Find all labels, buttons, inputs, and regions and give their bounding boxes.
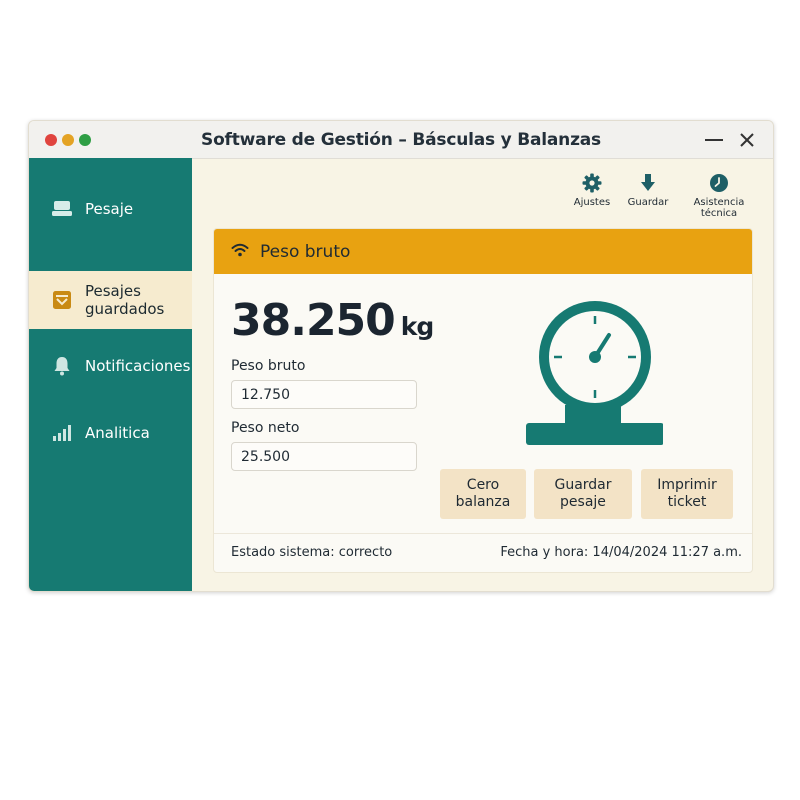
- sidebar-item-pesaje[interactable]: Pesaje: [29, 180, 192, 238]
- save-button[interactable]: Guardar: [626, 173, 670, 208]
- net-weight-label: Peso neto: [231, 420, 300, 436]
- weight-unit: kg: [400, 312, 435, 341]
- sidebar-item-pesajes-guardados[interactable]: Pesajes guardados: [29, 271, 192, 329]
- settings-label: Ajustes: [573, 197, 611, 208]
- weighing-panel: Peso bruto 38.250 kg Peso bruto 12.750 Pe…: [213, 228, 753, 573]
- wifi-icon: [231, 243, 249, 257]
- save-weighing-line1: Guardar: [554, 477, 612, 493]
- date-time: Fecha y hora: 14/04/2024 11:27 a.m.: [500, 545, 742, 560]
- panel-divider: [214, 533, 752, 534]
- window-title: Software de Gestión – Básculas y Balanza…: [201, 130, 601, 150]
- title-bar: Software de Gestión – Básculas y Balanza…: [29, 121, 773, 159]
- print-ticket-button[interactable]: Imprimir ticket: [641, 469, 733, 519]
- weight-readout: 38.250 kg: [231, 295, 435, 346]
- minimize-icon[interactable]: [705, 139, 723, 141]
- panel-header: Peso bruto: [214, 229, 752, 274]
- bar-chart-icon: [53, 425, 71, 441]
- scale-gauge-icon: [526, 301, 663, 445]
- bell-icon: [54, 357, 70, 376]
- sidebar-item-label: Pesaje: [85, 200, 134, 218]
- system-status: Estado sistema: correcto: [231, 545, 393, 560]
- sidebar: Pesaje Pesajes guardados Notificaciones: [29, 158, 192, 591]
- gear-icon: [582, 173, 602, 193]
- technical-support-button[interactable]: Asistencia técnica: [675, 173, 763, 219]
- print-ticket-line2: ticket: [667, 494, 707, 510]
- technical-support-label: Asistencia técnica: [693, 197, 745, 219]
- sidebar-item-label: Analitica: [85, 424, 150, 442]
- save-label: Guardar: [627, 197, 669, 208]
- print-ticket-line1: Imprimir: [657, 477, 717, 493]
- sidebar-item-label: Notificaciones: [85, 357, 191, 375]
- zero-scale-button[interactable]: Cero balanza: [440, 469, 526, 519]
- zero-scale-line1: Cero: [466, 477, 500, 493]
- close-icon[interactable]: [737, 130, 757, 150]
- saved-box-icon: [53, 291, 71, 309]
- app-window: Software de Gestión – Básculas y Balanza…: [28, 120, 774, 592]
- settings-button[interactable]: Ajustes: [572, 173, 612, 208]
- weight-value: 38.250: [231, 295, 396, 346]
- save-weighing-button[interactable]: Guardar pesaje: [534, 469, 632, 519]
- clock-icon: [710, 174, 728, 192]
- panel-title: Peso bruto: [260, 242, 351, 262]
- scale-icon: [52, 201, 72, 216]
- sidebar-item-label: Pesajes guardados: [85, 282, 165, 318]
- sidebar-item-notificaciones[interactable]: Notificaciones: [29, 337, 192, 395]
- download-arrow-icon: [641, 174, 655, 191]
- gross-weight-label: Peso bruto: [231, 358, 306, 374]
- save-weighing-line2: pesaje: [560, 494, 606, 510]
- zero-scale-line2: balanza: [455, 494, 511, 510]
- gross-weight-field[interactable]: 12.750: [231, 380, 417, 409]
- net-weight-field[interactable]: 25.500: [231, 442, 417, 471]
- sidebar-item-analitica[interactable]: Analitica: [29, 404, 192, 462]
